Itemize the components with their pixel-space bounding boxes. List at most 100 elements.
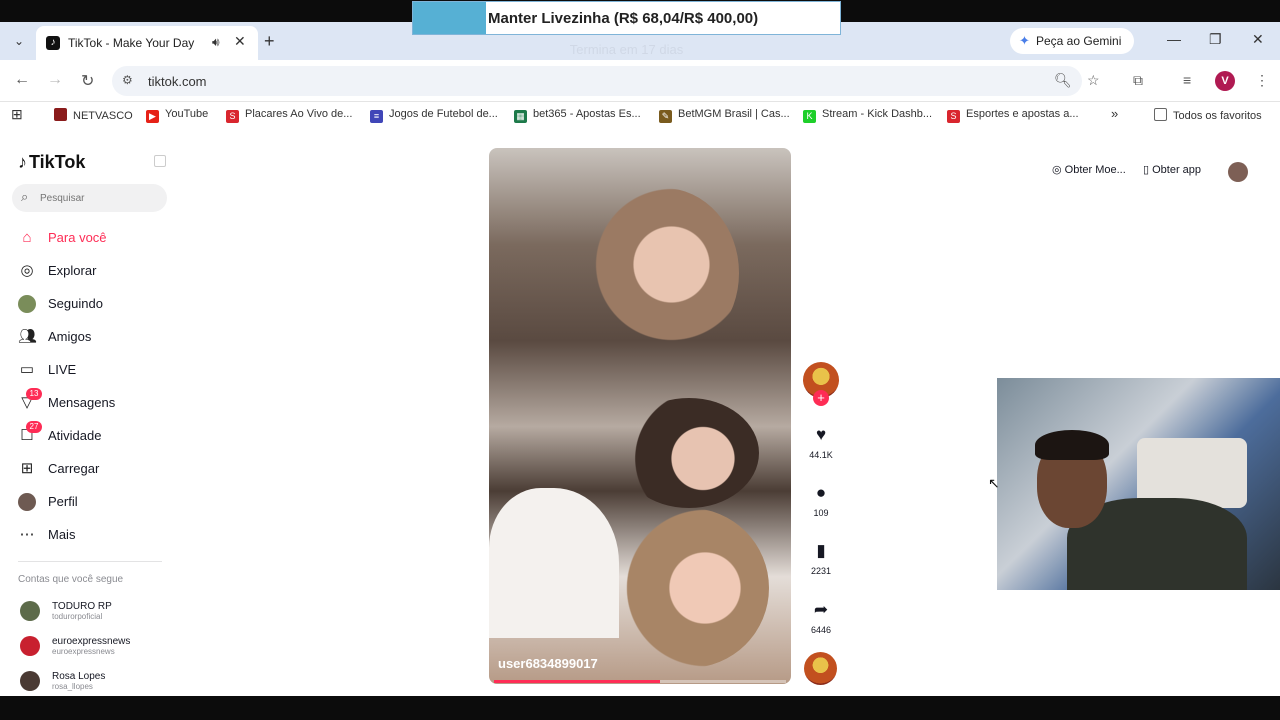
apps-grid-icon[interactable]: ⊞	[11, 106, 23, 123]
menu-profile[interactable]: Perfil	[18, 491, 168, 515]
url-text[interactable]: tiktok.com	[148, 74, 207, 89]
extensions-icon[interactable]: ⧉	[1133, 72, 1143, 89]
mouse-cursor-icon: ↖	[988, 475, 1000, 491]
minimize-icon[interactable]: —	[1167, 31, 1181, 47]
account-handle: euroexpressnews	[52, 647, 115, 656]
like-button[interactable]: ♥ 44.1K	[802, 424, 840, 460]
close-tab-icon[interactable]: ✕	[234, 33, 246, 50]
media-control-icon[interactable]: ≡	[1183, 72, 1191, 88]
get-app-button[interactable]: ▯ Obter app	[1143, 163, 1201, 176]
comment-count: 109	[813, 508, 829, 518]
following-account[interactable]: TODURO RP todurorpoficial	[20, 601, 170, 627]
bookmark-bet365[interactable]: ▦ bet365 - Apostas Es...	[514, 108, 641, 123]
comment-button[interactable]: ● 109	[802, 482, 840, 518]
video-frame-person	[589, 188, 739, 358]
more-bookmarks-icon[interactable]: »	[1111, 106, 1118, 121]
goal-subtext: Termina em 17 dias	[569, 42, 684, 57]
following-account[interactable]: euroexpressnews euroexpressnews	[20, 636, 170, 662]
account-handle: rosa_llopes	[52, 682, 93, 691]
close-window-icon[interactable]: ✕	[1252, 31, 1264, 48]
bookmark-label: Jogos de Futebol de...	[389, 108, 498, 120]
menu-upload[interactable]: ⊞ Carregar	[18, 458, 168, 482]
tab-search-dropdown-icon[interactable]: ⌄	[8, 30, 30, 52]
bookmark-label: Esportes e apostas a...	[966, 108, 1079, 120]
bookmark-youtube[interactable]: ▶ YouTube	[146, 108, 208, 123]
bookmark-netvasco[interactable]: NETVASCO	[54, 108, 133, 122]
site-info-icon[interactable]: ⚙	[122, 73, 133, 87]
youtube-icon: ▶	[146, 110, 159, 123]
bookmark-jogos[interactable]: ≡ Jogos de Futebol de...	[370, 108, 498, 123]
reload-icon[interactable]: ↻	[81, 71, 94, 91]
kick-icon: K	[803, 110, 816, 123]
menu-explore[interactable]: ◎ Explorar	[18, 260, 168, 284]
menu-label: Carregar	[48, 461, 100, 476]
bookmark-kick[interactable]: K Stream - Kick Dashb...	[803, 108, 932, 123]
search-box[interactable]: ⌕	[12, 184, 167, 212]
save-button[interactable]: ▮ 2231	[802, 540, 840, 576]
video-progress-bar[interactable]	[494, 680, 786, 683]
bookmark-placares[interactable]: S Placares Ao Vivo de...	[226, 108, 352, 123]
profile-avatar[interactable]: V	[1215, 71, 1235, 91]
bookmark-label: NETVASCO	[73, 110, 133, 122]
following-account[interactable]: Rosa Lopes rosa_llopes	[20, 671, 170, 697]
menu-for-you[interactable]: ⌂ Para você	[18, 227, 168, 251]
following-avatar-icon	[18, 295, 36, 313]
menu-messages[interactable]: ▽ 13 Mensagens	[18, 388, 168, 416]
menu-live[interactable]: ▭ LIVE	[18, 359, 168, 383]
video-player[interactable]: user6834899017	[489, 148, 791, 684]
tab-tiktok[interactable]: ♪ TikTok - Make Your Day 🔊︎ ✕	[36, 26, 258, 60]
bookmark-label: Stream - Kick Dashb...	[822, 108, 933, 120]
account-avatar	[20, 636, 40, 656]
menu-label: Para você	[48, 230, 107, 245]
goal-progress-fill	[413, 2, 486, 34]
bookmark-label: BetMGM Brasil | Cas...	[678, 108, 790, 120]
bet365-icon: ▦	[514, 110, 527, 123]
tiktok-page: ♪TikTok ⌕ ⌂ Para você ◎ Explorar Seguind…	[0, 140, 1280, 696]
zoom-icon[interactable]: 🔍︎	[1054, 72, 1072, 89]
search-input[interactable]	[40, 190, 160, 206]
goal-overlay: Manter Livezinha (R$ 68,04/R$ 400,00)	[412, 1, 841, 35]
back-icon[interactable]: ←	[14, 71, 30, 89]
follow-plus-icon[interactable]: +	[813, 390, 829, 406]
friends-icon: 👥︎	[18, 328, 38, 345]
all-bookmarks[interactable]: Todos os favoritos	[1154, 108, 1262, 122]
account-name: Rosa Lopes	[52, 671, 106, 682]
browser-toolbar: ← → ↻ ⚙ tiktok.com 🔍︎ ☆ ⧉ ≡ V ⋮	[0, 60, 1280, 102]
address-bar[interactable]: ⚙ tiktok.com 🔍︎	[112, 66, 1082, 96]
restore-icon[interactable]: ❐	[1209, 31, 1222, 48]
gemini-button[interactable]: ✦ Peça ao Gemini	[1010, 28, 1134, 54]
messages-badge: 13	[26, 388, 42, 400]
music-disc-icon[interactable]	[804, 652, 837, 685]
bookmark-star-icon[interactable]: ☆	[1087, 72, 1100, 89]
search-icon: ⌕	[21, 189, 29, 204]
collapse-sidebar-icon[interactable]	[154, 155, 166, 167]
bookmark-label: YouTube	[165, 108, 209, 120]
menu-kebab-icon[interactable]: ⋮	[1255, 72, 1269, 89]
share-count: 6446	[810, 625, 832, 635]
activity-badge: 27	[26, 421, 42, 433]
video-author[interactable]: user6834899017	[498, 656, 598, 671]
share-button[interactable]: ➦ 6446	[802, 599, 840, 635]
tiktok-logo[interactable]: ♪ TikTok	[18, 152, 85, 173]
netvasco-icon	[54, 108, 67, 121]
video-frame-person	[609, 508, 769, 668]
get-coins-button[interactable]: ◎ Obter Moe...	[1052, 163, 1126, 176]
bookmark-esportes[interactable]: S Esportes e apostas a...	[947, 108, 1079, 123]
video-progress-fill	[494, 680, 661, 683]
get-app-label: Obter app	[1152, 164, 1202, 176]
compass-icon: ◎	[20, 262, 34, 279]
tiktok-note-icon: ♪	[18, 152, 27, 172]
audio-playing-icon[interactable]: 🔊︎	[212, 35, 220, 50]
bookmark-betmgm[interactable]: ✎ BetMGM Brasil | Cas...	[659, 108, 790, 123]
menu-friends[interactable]: 👥︎ Amigos	[18, 326, 168, 350]
new-tab-icon[interactable]: +	[264, 31, 275, 52]
profile-avatar-icon	[18, 493, 36, 511]
menu-label: LIVE	[48, 362, 77, 377]
menu-more[interactable]: ⋯ Mais	[18, 524, 168, 548]
user-avatar[interactable]	[1228, 162, 1248, 182]
menu-following[interactable]: Seguindo	[18, 293, 168, 317]
home-icon: ⌂	[22, 229, 32, 246]
menu-activity[interactable]: ☐ 27 Atividade	[18, 421, 168, 449]
forward-icon[interactable]: →	[47, 71, 63, 89]
menu-label: Seguindo	[48, 296, 103, 311]
